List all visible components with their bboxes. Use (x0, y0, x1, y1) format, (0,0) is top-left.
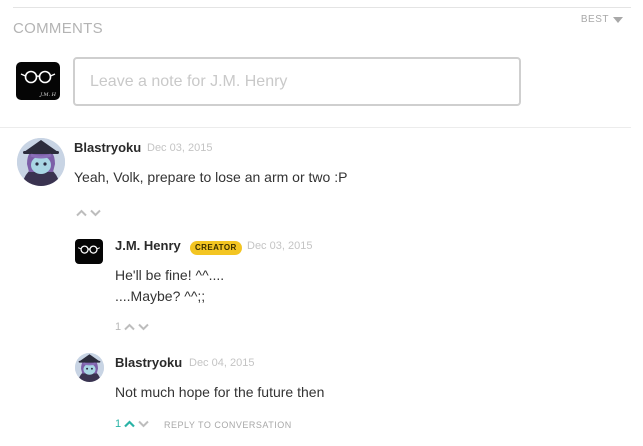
reply-date: Dec 04, 2015 (189, 357, 255, 369)
top-divider (13, 7, 631, 8)
composer-divider (0, 127, 631, 128)
reply-author[interactable]: J.M. Henry (115, 238, 181, 253)
reply-text-line-2: ....Maybe? ^^;; (115, 288, 206, 304)
creator-badge: CREATOR (190, 241, 242, 255)
sort-label: BEST (580, 14, 609, 25)
vote-controls: 1 (115, 321, 149, 333)
comments-heading: COMMENTS (13, 20, 103, 37)
comment-avatar[interactable] (17, 138, 65, 186)
character-avatar-icon (17, 138, 65, 186)
avatar-signature: J.M. H (40, 92, 56, 98)
reply-date: Dec 03, 2015 (247, 240, 313, 252)
caret-down-icon (613, 17, 623, 23)
reply-to-conversation-link[interactable]: REPLY TO CONVERSATION (164, 420, 292, 430)
reply-avatar[interactable] (75, 353, 104, 382)
upvote-chevron-icon[interactable] (124, 323, 135, 331)
downvote-chevron-icon[interactable] (90, 209, 101, 217)
vote-count: 1 (115, 321, 122, 333)
reply-avatar[interactable] (75, 239, 103, 264)
character-avatar-icon (75, 353, 104, 382)
vote-count: 1 (115, 418, 122, 430)
comment-input[interactable] (73, 57, 521, 106)
reply-text: Not much hope for the future then (115, 384, 325, 400)
upvote-chevron-icon[interactable] (76, 209, 87, 217)
comment-date: Dec 03, 2015 (147, 142, 213, 154)
reply-author[interactable]: Blastryoku (115, 355, 182, 370)
current-user-avatar: J.M. H (16, 62, 60, 100)
reply-text-line-1: He'll be fine! ^^.... (115, 267, 225, 283)
upvote-chevron-icon[interactable] (124, 420, 135, 428)
vote-controls (73, 209, 101, 217)
vote-controls: 1 (115, 418, 149, 430)
comment-author[interactable]: Blastryoku (74, 140, 141, 155)
downvote-chevron-icon[interactable] (138, 323, 149, 331)
sort-dropdown[interactable]: BEST (581, 14, 623, 25)
glasses-icon (77, 245, 101, 254)
comment-text: Yeah, Volk, prepare to lose an arm or tw… (74, 169, 348, 185)
downvote-chevron-icon[interactable] (138, 420, 149, 428)
